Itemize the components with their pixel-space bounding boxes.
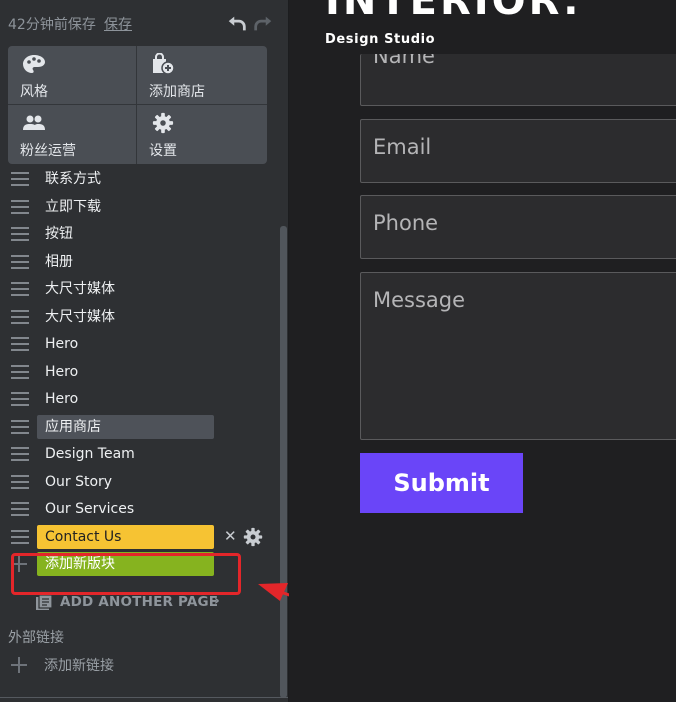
drag-handle-icon[interactable]	[11, 420, 29, 434]
drag-handle-icon[interactable]	[11, 282, 29, 296]
name-placeholder: Name	[373, 54, 435, 68]
tool-grid: 风格 添加商店 粉丝运营 设置	[8, 46, 267, 164]
save-link[interactable]: 保存	[104, 14, 132, 34]
drag-handle-icon[interactable]	[11, 475, 29, 489]
add-new-link-button[interactable]: 添加新链接	[0, 654, 280, 676]
block-row: 联系方式	[0, 166, 280, 192]
block-row: Our Story	[0, 469, 280, 495]
add-store-tool-label: 添加商店	[149, 84, 205, 100]
block-row: 大尺寸媒体	[0, 304, 280, 330]
plus-icon	[11, 556, 27, 572]
drag-handle-icon[interactable]	[11, 530, 29, 544]
palette-icon	[23, 55, 45, 73]
block-settings-gear-icon[interactable]	[243, 527, 263, 547]
phone-field[interactable]: Phone	[360, 195, 676, 259]
add-store-tool-button[interactable]: 添加商店	[137, 46, 267, 105]
brand-logo-text: INTERIOR.	[325, 0, 582, 24]
block-row: Hero	[0, 386, 280, 412]
plus-icon	[11, 657, 27, 673]
block-row: Hero	[0, 359, 280, 385]
divider	[0, 697, 288, 698]
redo-icon[interactable]	[252, 12, 274, 34]
add-another-page-label: ADD ANOTHER PAGE	[60, 594, 219, 610]
block-row-active: Contact Us ✕	[0, 524, 280, 550]
chevron-right-icon: ›	[214, 593, 220, 609]
add-new-block-button[interactable]: 添加新版块	[37, 552, 214, 576]
drag-handle-icon[interactable]	[11, 392, 29, 406]
block-label[interactable]: 相册	[37, 250, 81, 274]
page-icon	[36, 595, 52, 610]
block-label[interactable]: 大尺寸媒体	[37, 305, 123, 329]
settings-tool-label: 设置	[149, 143, 177, 159]
drag-handle-icon[interactable]	[11, 310, 29, 324]
block-row: Our Services	[0, 496, 280, 522]
block-row: Design Team	[0, 441, 280, 467]
shopping-bag-add-icon	[153, 53, 175, 75]
drag-handle-icon[interactable]	[11, 172, 29, 186]
selected-block-label[interactable]: 应用商店	[37, 415, 214, 439]
block-row: 立即下载	[0, 194, 280, 220]
add-new-link-label: 添加新链接	[44, 658, 114, 674]
undo-icon[interactable]	[226, 12, 248, 34]
add-block-row: 添加新版块	[0, 551, 280, 577]
block-label[interactable]: Hero	[37, 332, 86, 356]
drag-handle-icon[interactable]	[11, 200, 29, 214]
gear-icon	[152, 112, 174, 134]
message-placeholder: Message	[373, 288, 466, 312]
sidebar-scrollbar[interactable]	[280, 226, 287, 698]
external-links-heading: 外部链接	[8, 630, 64, 646]
block-label[interactable]: Our Services	[37, 497, 142, 521]
email-field[interactable]: Email	[360, 119, 676, 183]
block-label[interactable]: Our Story	[37, 470, 120, 494]
site-preview: INTERIOR. Design Studio Name Email Phone…	[289, 0, 676, 702]
drag-handle-icon[interactable]	[11, 255, 29, 269]
block-row: 按钮	[0, 221, 280, 247]
block-label[interactable]: 大尺寸媒体	[37, 277, 123, 301]
brand-subtitle: Design Studio	[325, 32, 436, 47]
submit-button[interactable]: Submit	[360, 453, 523, 513]
block-row: 相册	[0, 249, 280, 275]
remove-block-icon[interactable]: ✕	[224, 528, 237, 544]
users-icon	[23, 115, 45, 130]
settings-tool-button[interactable]: 设置	[137, 105, 267, 164]
active-block-label[interactable]: Contact Us	[37, 525, 214, 549]
style-tool-label: 风格	[20, 84, 48, 100]
message-field[interactable]: Message	[360, 272, 676, 440]
editor-sidebar: 42分钟前保存 保存 风格 添加商店 粉丝运营 设置 联系方式 立即下载 按钮 …	[0, 0, 289, 702]
fans-tool-label: 粉丝运营	[20, 143, 76, 159]
drag-handle-icon[interactable]	[11, 502, 29, 516]
style-tool-button[interactable]: 风格	[8, 46, 137, 105]
save-status-text: 42分钟前保存	[8, 17, 96, 33]
name-field[interactable]: Name	[360, 54, 676, 106]
phone-placeholder: Phone	[373, 211, 439, 235]
drag-handle-icon[interactable]	[11, 227, 29, 241]
block-row-selected: 应用商店	[0, 414, 280, 440]
block-label[interactable]: 联系方式	[37, 167, 109, 191]
drag-handle-icon[interactable]	[11, 365, 29, 379]
drag-handle-icon[interactable]	[11, 447, 29, 461]
block-label[interactable]: Design Team	[37, 442, 143, 466]
block-label[interactable]: Hero	[37, 387, 86, 411]
fans-tool-button[interactable]: 粉丝运营	[8, 105, 137, 164]
block-row: Hero	[0, 331, 280, 357]
block-label[interactable]: Hero	[37, 360, 86, 384]
block-label[interactable]: 立即下载	[37, 195, 109, 219]
save-bar: 42分钟前保存 保存	[0, 0, 288, 46]
email-placeholder: Email	[373, 135, 432, 159]
block-label[interactable]: 按钮	[37, 222, 81, 246]
drag-handle-icon[interactable]	[11, 337, 29, 351]
block-row: 大尺寸媒体	[0, 276, 280, 302]
